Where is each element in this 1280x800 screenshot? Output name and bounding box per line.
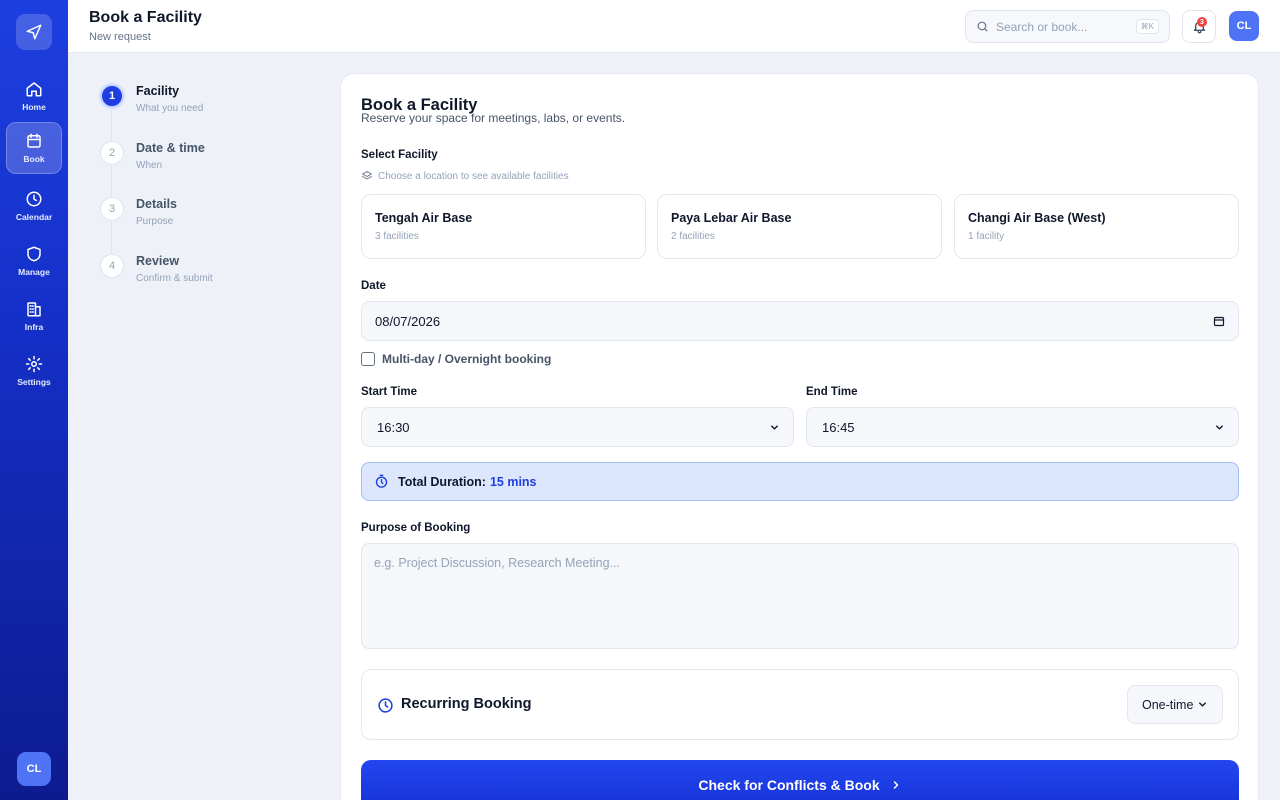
sidebar-item-book[interactable]: Book — [6, 122, 62, 174]
end-time-label: End Time — [806, 386, 858, 398]
gear-icon — [25, 355, 43, 373]
top-header: Book a Facility New request Search or bo… — [68, 0, 1280, 53]
sidebar-item-infra[interactable]: Infra — [6, 290, 62, 342]
facility-count: 2 facilities — [671, 231, 715, 242]
step-title: Review — [136, 254, 180, 268]
step-subtitle: Purpose — [136, 216, 174, 227]
page-subtitle: New request — [89, 31, 151, 43]
start-time-value: 16:30 — [377, 419, 410, 435]
facility-name: Paya Lebar Air Base — [671, 211, 792, 225]
sidebar-item-label: Infra — [24, 322, 44, 332]
end-time-select[interactable]: 16:45 — [806, 407, 1239, 447]
clock-icon — [26, 191, 42, 207]
step-title: Facility — [136, 84, 180, 98]
facility-count: 3 facilities — [375, 231, 419, 242]
sidebar-item-label: Manage — [18, 267, 50, 277]
recurring-select[interactable]: One-time — [1127, 685, 1223, 724]
multiday-label: Multi-day / Overnight booking — [382, 352, 552, 366]
checkbox-box[interactable] — [361, 352, 375, 366]
duration-value: 15 mins — [489, 474, 537, 489]
timer-icon — [375, 474, 388, 488]
facility-hint-text: Choose a location to see available facil… — [378, 170, 569, 182]
duration-label: Total Duration: — [398, 474, 486, 489]
facility-name: Tengah Air Base — [375, 211, 473, 225]
layers-icon — [362, 171, 372, 180]
sidebar-item-label: Settings — [17, 377, 51, 387]
calendar-picker-icon[interactable] — [1213, 315, 1225, 327]
step-number: 1 — [100, 84, 124, 108]
end-time-value: 16:45 — [822, 419, 855, 435]
chevron-right-icon — [893, 781, 898, 789]
facility-name: Changi Air Base (West) — [968, 211, 1106, 225]
date-field[interactable]: 08/07/2026 — [361, 301, 1239, 341]
sidebar-item-home[interactable]: Home — [6, 70, 62, 122]
form-subtitle: Reserve your space for meetings, labs, o… — [361, 111, 626, 125]
search-placeholder: Search or book... — [996, 19, 1088, 34]
step-number: 2 — [100, 141, 124, 165]
purpose-textarea[interactable]: e.g. Project Discussion, Research Meetin… — [361, 543, 1239, 649]
purpose-placeholder: e.g. Project Discussion, Research Meetin… — [374, 556, 620, 570]
home-icon — [26, 82, 42, 97]
notification-badge: 3 — [1197, 17, 1207, 27]
sidebar: Home Book Calendar Manage Infra Settings… — [0, 0, 68, 800]
notifications-button[interactable]: 3 — [1182, 10, 1216, 43]
start-time-label: Start Time — [361, 386, 418, 398]
clock-icon — [378, 698, 393, 713]
building-icon — [27, 302, 41, 317]
sidebar-item-manage[interactable]: Manage — [6, 235, 62, 287]
facility-hint: Choose a location to see available facil… — [361, 170, 569, 182]
date-label: Date — [361, 280, 386, 292]
sidebar-item-label: Book — [23, 154, 45, 164]
submit-label: Check for Conflicts & Book — [698, 777, 880, 793]
sidebar-item-calendar[interactable]: Calendar — [6, 180, 62, 232]
chevron-down-icon — [1216, 424, 1223, 430]
facility-label: Select Facility — [361, 149, 438, 161]
user-avatar[interactable]: CL — [1229, 11, 1259, 41]
purpose-label: Purpose of Booking — [361, 522, 471, 534]
date-value: 08/07/2026 — [375, 313, 441, 329]
avatar[interactable]: CL — [17, 752, 51, 786]
chevron-down-icon — [1199, 702, 1206, 707]
total-duration-banner: Total Duration: 15 mins — [361, 462, 1239, 501]
step-subtitle: What you need — [136, 103, 204, 114]
step-subtitle: Confirm & submit — [136, 273, 213, 284]
facility-option-paya-lebar[interactable]: Paya Lebar Air Base 2 facilities — [657, 194, 942, 259]
step-subtitle: When — [136, 160, 163, 171]
page-title: Book a Facility — [89, 9, 202, 26]
facility-option-changi[interactable]: Changi Air Base (West) 1 facility — [954, 194, 1239, 259]
facility-count: 1 facility — [968, 231, 1005, 242]
chevron-down-icon — [771, 424, 778, 430]
sidebar-item-label: Home — [22, 102, 46, 112]
shield-icon — [27, 246, 41, 262]
send-logo-icon[interactable] — [16, 14, 52, 50]
search-icon — [977, 21, 988, 32]
facility-option-tengah[interactable]: Tengah Air Base 3 facilities — [361, 194, 646, 259]
step-title: Details — [136, 197, 177, 211]
step-number: 4 — [100, 254, 124, 278]
check-conflicts-book-button[interactable]: Check for Conflicts & Book — [361, 760, 1239, 800]
search-input[interactable]: Search or book... ⌘K — [965, 10, 1170, 43]
booking-form-card: Book a Facility Reserve your space for m… — [340, 73, 1259, 800]
recurring-booking-panel: Recurring Booking One-time — [361, 669, 1239, 740]
step-number: 3 — [100, 197, 124, 221]
sidebar-item-settings[interactable]: Settings — [6, 345, 62, 397]
sidebar-item-label: Calendar — [15, 212, 53, 222]
search-shortcut: ⌘K — [1135, 19, 1159, 34]
calendar-icon — [27, 133, 41, 148]
step-title: Date & time — [136, 141, 205, 155]
multiday-checkbox[interactable]: Multi-day / Overnight booking — [361, 352, 551, 366]
recurring-value: One-time — [1142, 697, 1194, 712]
stepper-line — [111, 108, 112, 268]
start-time-select[interactable]: 16:30 — [361, 407, 794, 447]
recurring-label: Recurring Booking — [401, 696, 532, 712]
